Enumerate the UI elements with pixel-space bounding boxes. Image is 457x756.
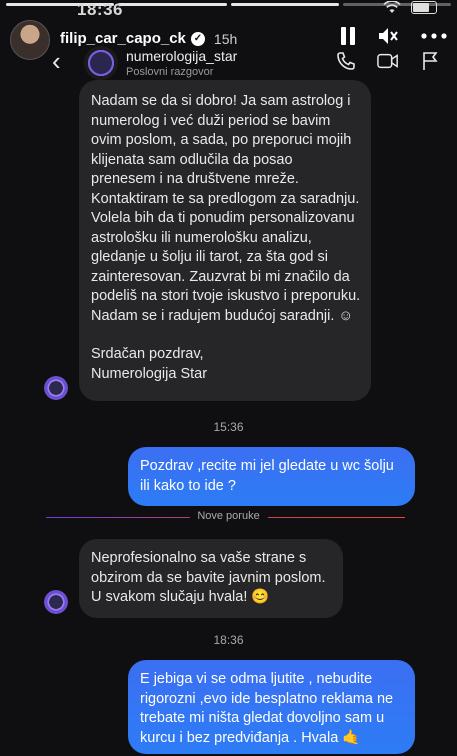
sender-avatar[interactable] [44, 376, 68, 400]
video-icon[interactable] [377, 50, 399, 72]
message-timestamp: 15:36 [213, 420, 244, 434]
incoming-message-bubble[interactable]: Nadam se da si dobro! Ja sam astrolog i … [79, 80, 371, 401]
mute-icon[interactable] [377, 26, 399, 46]
message-text: Nadam se da si dobro! Ja sam astrolog i … [91, 93, 361, 324]
outgoing-message-bubble[interactable]: E jebiga vi se odma ljutite , nebudite r… [128, 660, 415, 754]
message-signoff-line: Srdačan pozdrav, [91, 346, 204, 362]
wifi-icon [383, 1, 401, 13]
back-icon[interactable]: ‹ [52, 46, 61, 77]
message-text: Neprofesionalno sa vaše strane s obzirom… [91, 550, 326, 605]
message-text: Pozdrav ,recite mi jel gledate u wc šolj… [140, 458, 394, 494]
flag-icon[interactable] [419, 50, 441, 72]
message-text: E jebiga vi se odma ljutite , nebudite r… [140, 671, 394, 746]
story-controls [341, 26, 447, 46]
status-time: 18:36 [77, 0, 123, 19]
chat-action-icons [335, 50, 441, 72]
outgoing-message-bubble[interactable]: Pozdrav ,recite mi jel gledate u wc šolj… [128, 447, 415, 506]
pause-icon[interactable] [341, 27, 355, 45]
status-icons [383, 1, 437, 14]
battery-icon [411, 1, 437, 14]
incoming-message-bubble[interactable]: Neprofesionalno sa vaše strane s obzirom… [79, 539, 343, 618]
chat-contact-name[interactable]: numerologija_star [126, 48, 237, 64]
phone-icon[interactable] [335, 50, 357, 72]
chat-contact-subtitle: Poslovni razgovor [126, 66, 214, 78]
story-progress-segment [230, 3, 339, 6]
message-signoff-line: Numerologija Star [91, 365, 208, 382]
chat-contact-avatar[interactable] [84, 46, 118, 80]
sender-avatar[interactable] [44, 590, 68, 614]
chat-header: ‹ numerologija_star Poslovni razgovor [0, 44, 457, 84]
more-icon[interactable] [421, 33, 447, 39]
new-messages-label: Nove poruke [189, 510, 268, 522]
story-progress-segment [118, 3, 227, 6]
message-timestamp: 18:36 [213, 633, 244, 647]
